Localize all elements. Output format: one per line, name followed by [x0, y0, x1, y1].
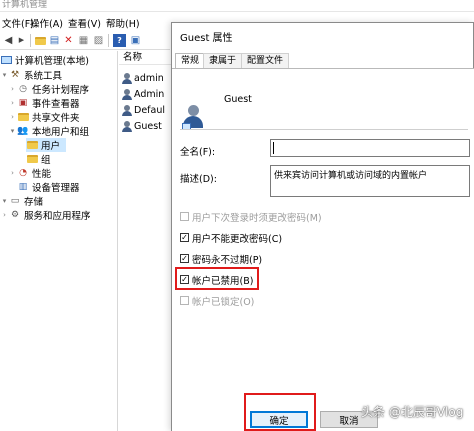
clock-icon: ◷	[19, 84, 27, 94]
chevron-right-icon[interactable]: ›	[8, 113, 17, 121]
back-arrow-icon[interactable]: ◀	[2, 34, 15, 47]
users-icon: 👥	[17, 126, 29, 136]
properties-icon[interactable]: ▦	[77, 34, 90, 47]
checkbox-box	[180, 212, 189, 221]
general-tab-panel: Guest 全名(F): 描述(D): 供来宾访问计算机或访问域的内置帐户 用户…	[172, 68, 474, 431]
storage-icon: ▭	[10, 196, 20, 206]
watermark-text: 头条 @北辰哥Vlog	[361, 405, 464, 419]
tree-item-system-tools[interactable]: ▾ ⚒ 系统工具	[0, 68, 62, 82]
delete-x-icon[interactable]: ✕	[62, 34, 75, 47]
list-item[interactable]: Guest	[122, 119, 171, 133]
export-list-icon[interactable]: ▨	[92, 34, 105, 47]
chevron-down-icon[interactable]: ▾	[0, 197, 9, 205]
tree-item-services-applications[interactable]: › ⚙ 服务和应用程序	[0, 208, 90, 222]
divider	[180, 129, 468, 130]
chevron-right-icon[interactable]: ›	[8, 99, 17, 107]
tree-item-local-users-groups[interactable]: ▾ 👥 本地用户和组	[8, 124, 89, 138]
device-manager-icon: ▥	[18, 182, 28, 192]
window-title-bar: 计算机管理	[0, 0, 474, 12]
user-account-icon	[182, 105, 204, 131]
toolbar-separator	[108, 34, 109, 47]
checkbox-box	[180, 296, 189, 305]
menu-action[interactable]: 操作(A)	[30, 16, 63, 30]
checkmark-icon: ✓	[180, 253, 189, 263]
services-icon: ⚙	[10, 210, 20, 220]
user-icon	[122, 104, 132, 116]
user-list-pane: 名称 admin Admin Defaul Guest	[119, 51, 171, 431]
window-title: 计算机管理	[2, 0, 48, 10]
tree-item-event-viewer[interactable]: › ▣ 事件查看器	[8, 96, 79, 110]
folder-icon	[26, 140, 38, 151]
menu-view[interactable]: 查看(V)	[68, 16, 101, 30]
tree-item-device-manager[interactable]: ▥ 设备管理器	[17, 180, 80, 194]
user-icon	[122, 72, 132, 84]
help-icon[interactable]: ?	[113, 34, 126, 47]
chevron-down-icon[interactable]: ▾	[8, 127, 17, 135]
menu-bar: 文件(F) 操作(A) 查看(V) 帮助(H)	[0, 13, 170, 31]
tree-item-computer-management[interactable]: 计算机管理(本地)	[0, 53, 89, 67]
toolbar-separator	[30, 34, 31, 47]
password-never-expires-checkbox[interactable]: ✓ 密码永不过期(P)	[180, 252, 262, 266]
console-tree: 计算机管理(本地) ▾ ⚒ 系统工具 › ◷ 任务计划程序 › ▣ 事件查看器 …	[0, 51, 118, 431]
user-icon	[122, 88, 132, 100]
fullname-field[interactable]	[270, 139, 470, 157]
tree-item-storage[interactable]: ▾ ▭ 存储	[0, 194, 43, 208]
chevron-right-icon[interactable]: ›	[0, 211, 9, 219]
text-caret	[273, 142, 274, 154]
user-icon	[122, 120, 132, 132]
description-label: 描述(D):	[180, 174, 217, 185]
tools-icon: ⚒	[10, 70, 20, 80]
chevron-right-icon[interactable]: ›	[8, 169, 17, 177]
account-locked-checkbox[interactable]: 帐户已锁定(O)	[180, 294, 254, 308]
tree-item-groups[interactable]: 组	[26, 152, 51, 166]
tab-general[interactable]: 常规	[175, 53, 206, 69]
tab-member-of[interactable]: 隶属于	[203, 53, 243, 68]
chevron-right-icon[interactable]: ›	[8, 85, 17, 93]
properties-pane-icon[interactable]: ▤	[48, 34, 61, 47]
tab-profile[interactable]: 配置文件	[241, 53, 290, 68]
user-name: Guest	[224, 94, 252, 105]
folder-up-icon[interactable]	[34, 34, 47, 47]
checkmark-icon: ✓	[180, 232, 189, 242]
tab-strip: 常规 隶属于 配置文件	[172, 53, 474, 69]
list-item[interactable]: Admin	[122, 87, 171, 101]
column-header-name[interactable]: 名称	[119, 51, 171, 65]
description-field[interactable]: 供来宾访问计算机或访问域的内置帐户	[270, 165, 470, 197]
must-change-password-checkbox[interactable]: 用户下次登录时须更改密码(M)	[180, 210, 322, 224]
event-viewer-icon: ▣	[18, 98, 28, 108]
list-item[interactable]: admin	[122, 71, 171, 85]
forward-arrow-icon[interactable]: ▶	[15, 34, 28, 47]
chevron-down-icon[interactable]: ▾	[0, 71, 9, 79]
computer-management-icon	[0, 55, 12, 66]
tree-item-performance[interactable]: › ◔ 性能	[8, 166, 51, 180]
cannot-change-password-checkbox[interactable]: ✓ 用户不能更改密码(C)	[180, 231, 282, 245]
tree-item-task-scheduler[interactable]: › ◷ 任务计划程序	[8, 82, 89, 96]
list-item[interactable]: Defaul	[122, 103, 171, 117]
fullname-label: 全名(F):	[180, 147, 216, 158]
show-hide-pane-icon[interactable]: ▣	[129, 34, 142, 47]
guest-properties-dialog: Guest 属性 常规 隶属于 配置文件 Guest 全名(F): 描述(D):…	[171, 22, 474, 431]
shared-folder-icon	[17, 112, 29, 123]
performance-icon: ◔	[19, 168, 27, 178]
tree-item-users[interactable]: 用户	[26, 138, 66, 152]
highlight-box-ok	[244, 393, 316, 431]
menu-help[interactable]: 帮助(H)	[106, 16, 140, 30]
dialog-title: Guest 属性	[180, 33, 233, 44]
highlight-box-account-disabled	[175, 267, 259, 290]
folder-icon	[26, 154, 38, 165]
toolbar: ◀ ▶ ▤ ✕ ▦ ▨ ? ▣	[0, 31, 170, 50]
tree-item-shared-folders[interactable]: › 共享文件夹	[8, 110, 80, 124]
